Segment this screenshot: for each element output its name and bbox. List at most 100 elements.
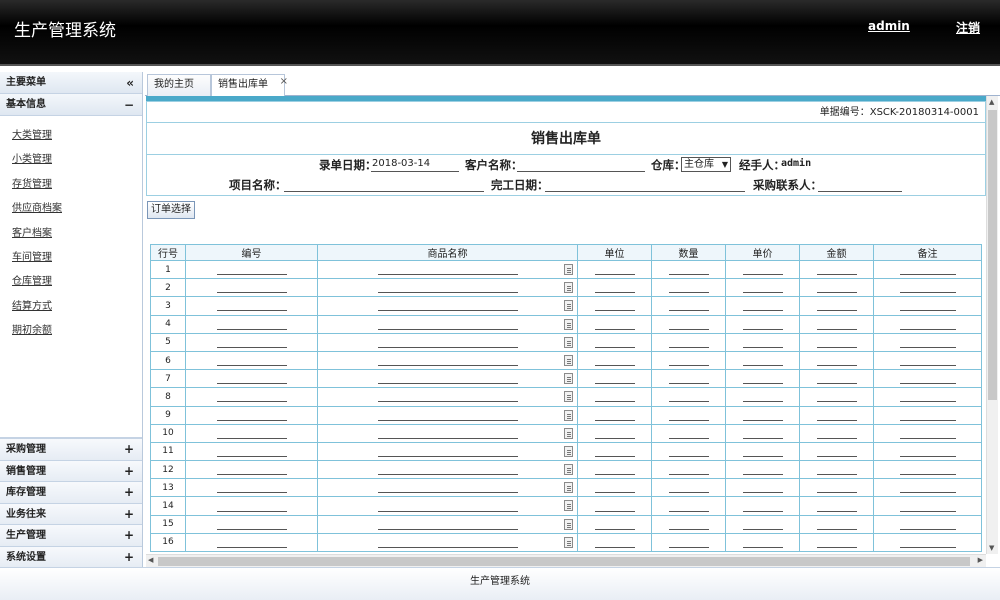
cell-input[interactable] (742, 492, 783, 494)
vertical-scrollbar[interactable]: ▲ ▼ (986, 96, 998, 554)
sidebar-item[interactable]: 大类管理 (12, 124, 142, 148)
cell-input[interactable] (816, 346, 857, 348)
cell-input[interactable] (377, 510, 518, 512)
sidebar-item[interactable]: 客户档案 (12, 222, 142, 246)
cell-input[interactable] (742, 310, 783, 312)
cell-input[interactable] (216, 346, 287, 348)
cell-input[interactable] (899, 437, 956, 439)
sidebar-group[interactable]: 销售管理 + (0, 459, 142, 483)
cell-input[interactable] (899, 492, 956, 494)
cell-input[interactable] (216, 492, 287, 494)
expand-group-icon[interactable]: + (124, 504, 134, 526)
cell-input[interactable] (377, 274, 518, 276)
cell-input[interactable] (216, 546, 287, 548)
sidebar-group-basic-info[interactable]: 基本信息 − (0, 94, 142, 116)
cell-input[interactable] (816, 274, 857, 276)
cell-input[interactable] (816, 419, 857, 421)
cell-input[interactable] (816, 492, 857, 494)
cell-input[interactable] (899, 365, 956, 367)
sidebar-group[interactable]: 库存管理 + (0, 481, 142, 503)
sidebar-item[interactable]: 小类管理 (12, 148, 142, 172)
sidebar-item[interactable]: 存货管理 (12, 173, 142, 197)
cell-input[interactable] (816, 510, 857, 512)
cell-input[interactable] (899, 455, 956, 457)
cell-input[interactable] (742, 510, 783, 512)
finish-date-input[interactable] (545, 191, 745, 192)
collapse-sidebar-icon[interactable]: « (126, 72, 134, 94)
cell-input[interactable] (668, 528, 709, 530)
cell-input[interactable] (668, 455, 709, 457)
cell-input[interactable] (216, 510, 287, 512)
cell-input[interactable] (742, 274, 783, 276)
cell-input[interactable] (816, 401, 857, 403)
cell-input[interactable] (816, 437, 857, 439)
cell-input[interactable] (594, 328, 635, 330)
cell-input[interactable] (668, 437, 709, 439)
cell-input[interactable] (216, 437, 287, 439)
cell-input[interactable] (594, 274, 635, 276)
sidebar-item[interactable]: 期初余额 (12, 319, 142, 343)
cell-input[interactable] (742, 455, 783, 457)
product-picker-icon[interactable] (564, 300, 573, 312)
cell-input[interactable] (594, 383, 635, 385)
cell-input[interactable] (816, 455, 857, 457)
cell-input[interactable] (216, 383, 287, 385)
cell-input[interactable] (594, 401, 635, 403)
cell-input[interactable] (216, 401, 287, 403)
cell-input[interactable] (216, 292, 287, 294)
product-picker-icon[interactable] (564, 536, 573, 548)
cell-input[interactable] (594, 437, 635, 439)
product-picker-icon[interactable] (564, 409, 573, 421)
cell-input[interactable] (377, 383, 518, 385)
cell-input[interactable] (899, 328, 956, 330)
cell-input[interactable] (216, 474, 287, 476)
cell-input[interactable] (899, 510, 956, 512)
tab-home[interactable]: 我的主页 (147, 74, 211, 96)
product-picker-icon[interactable] (564, 373, 573, 385)
product-picker-icon[interactable] (564, 445, 573, 457)
product-picker-icon[interactable] (564, 336, 573, 348)
product-picker-icon[interactable] (564, 282, 573, 294)
cell-input[interactable] (899, 274, 956, 276)
cell-input[interactable] (377, 528, 518, 530)
cell-input[interactable] (594, 455, 635, 457)
close-icon[interactable]: × (280, 72, 288, 92)
cell-input[interactable] (742, 401, 783, 403)
cell-input[interactable] (816, 365, 857, 367)
cell-input[interactable] (377, 492, 518, 494)
cell-input[interactable] (668, 401, 709, 403)
cell-input[interactable] (668, 310, 709, 312)
cell-input[interactable] (668, 492, 709, 494)
cell-input[interactable] (742, 346, 783, 348)
cell-input[interactable] (668, 292, 709, 294)
collapse-group-icon[interactable]: − (124, 94, 134, 116)
cell-input[interactable] (816, 383, 857, 385)
cell-input[interactable] (377, 365, 518, 367)
product-picker-icon[interactable] (564, 500, 573, 512)
cell-input[interactable] (742, 328, 783, 330)
cell-input[interactable] (668, 346, 709, 348)
cell-input[interactable] (899, 419, 956, 421)
product-picker-icon[interactable] (564, 264, 573, 275)
cell-input[interactable] (742, 383, 783, 385)
cell-input[interactable] (594, 292, 635, 294)
logout-link[interactable]: 注销 (956, 19, 980, 36)
cell-input[interactable] (668, 546, 709, 548)
cell-input[interactable] (594, 365, 635, 367)
sidebar-item[interactable]: 结算方式 (12, 295, 142, 319)
expand-group-icon[interactable]: + (124, 461, 134, 483)
cell-input[interactable] (594, 474, 635, 476)
cell-input[interactable] (594, 492, 635, 494)
cell-input[interactable] (216, 310, 287, 312)
sidebar-item[interactable]: 供应商档案 (12, 197, 142, 221)
project-input[interactable] (284, 191, 484, 192)
cell-input[interactable] (594, 310, 635, 312)
cell-input[interactable] (668, 419, 709, 421)
cell-input[interactable] (742, 437, 783, 439)
cell-input[interactable] (899, 528, 956, 530)
sidebar-group[interactable]: 系统设置 + (0, 545, 142, 567)
cell-input[interactable] (899, 383, 956, 385)
cell-input[interactable] (594, 546, 635, 548)
cell-input[interactable] (377, 310, 518, 312)
cell-input[interactable] (899, 346, 956, 348)
